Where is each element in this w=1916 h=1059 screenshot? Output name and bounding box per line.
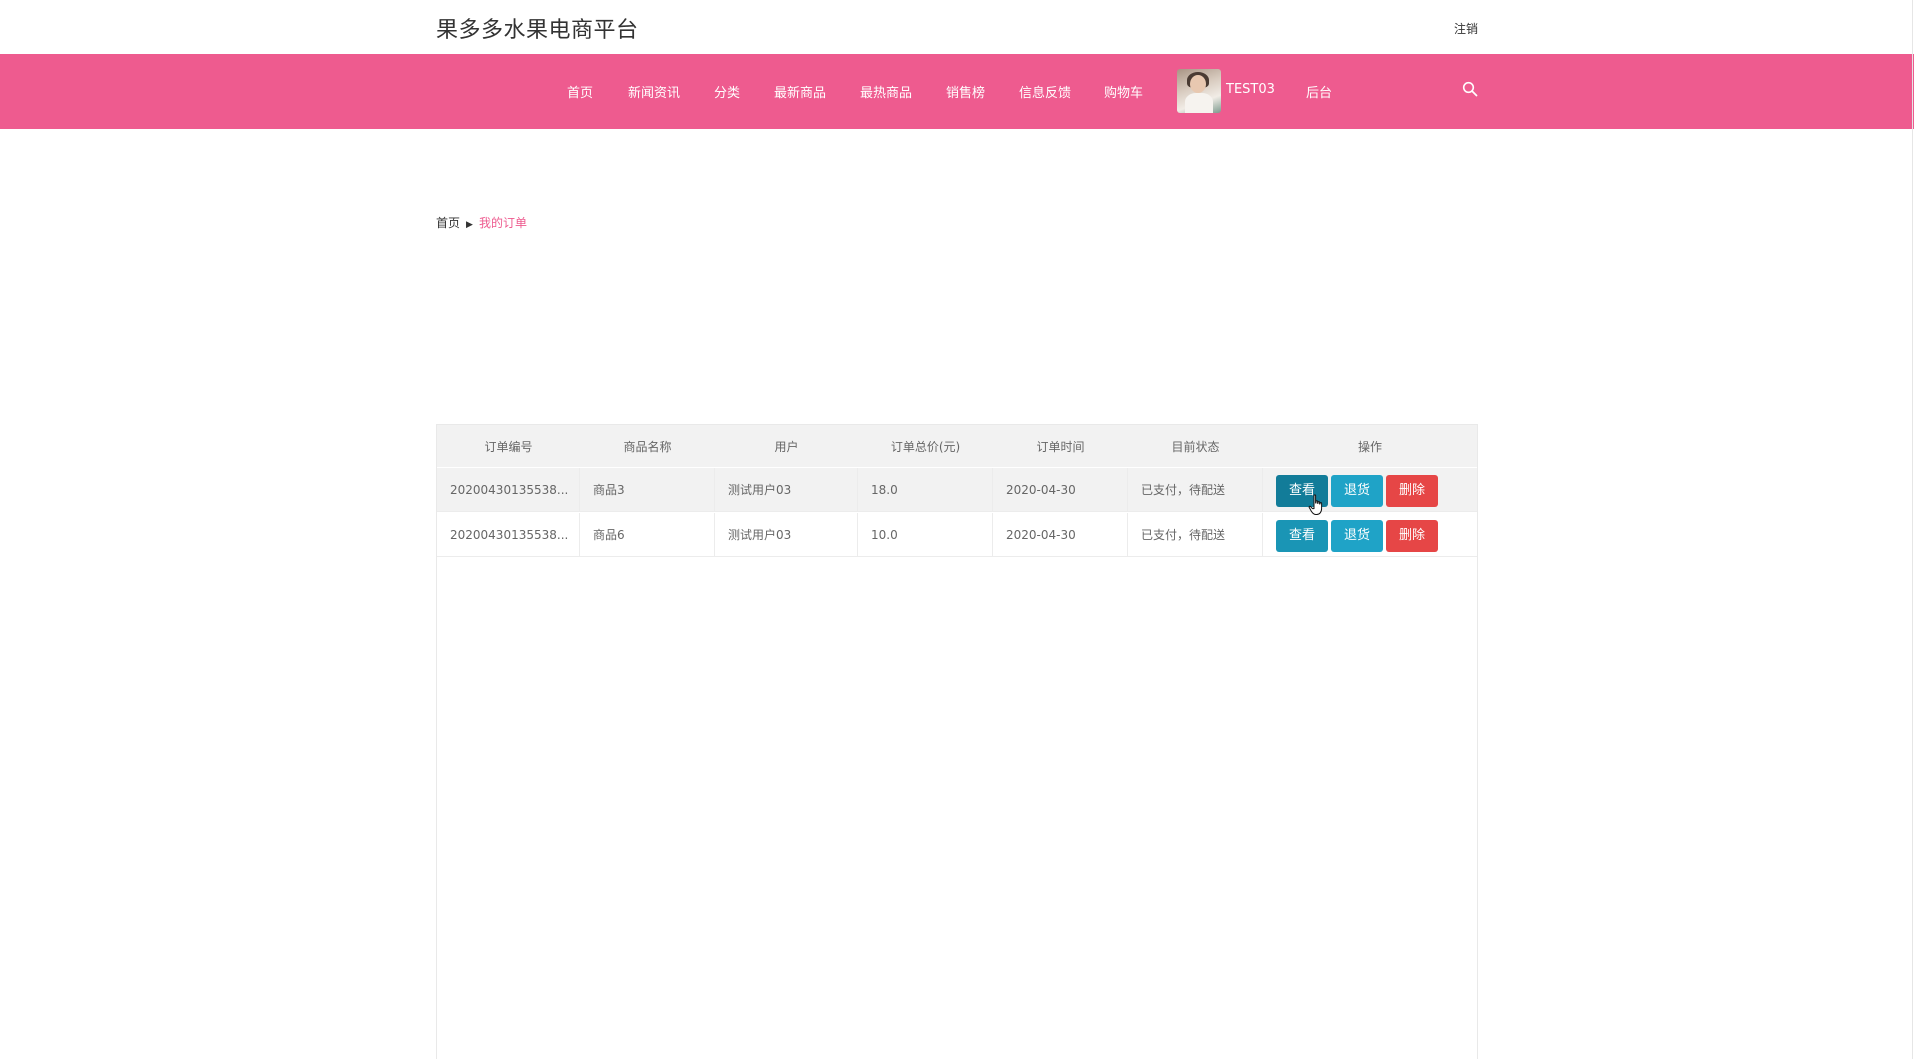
column-header-order-id: 订单编号: [484, 440, 533, 454]
nav-item-cart[interactable]: 购物车: [1104, 82, 1143, 101]
page: 果多多水果电商平台 注销 首页 新闻资讯 分类 最新商品 最热商品 销售榜 信息…: [0, 0, 1916, 1059]
nav-item-hot-products[interactable]: 最热商品: [860, 82, 912, 101]
breadcrumb-current: 我的订单: [478, 216, 527, 230]
search-icon[interactable]: [1462, 81, 1478, 97]
nav-item-feedback[interactable]: 信息反馈: [1019, 82, 1071, 101]
user-cell: 测试用户03: [715, 468, 858, 512]
column-header-status: 目前状态: [1171, 440, 1220, 454]
view-button[interactable]: 查看: [1276, 520, 1328, 552]
nav-item-news[interactable]: 新闻资讯: [628, 82, 680, 101]
avatar-body: [1185, 93, 1213, 113]
avatar-face: [1190, 75, 1206, 93]
user-cell: 测试用户03: [715, 513, 858, 557]
delete-button[interactable]: 删除: [1386, 520, 1438, 552]
nav-item-admin[interactable]: 后台: [1306, 82, 1332, 101]
order-id-cell: 20200430135538...: [437, 468, 580, 512]
table-header: 订单编号 商品名称 用户 订单总价(元) 订单时间 目前状态 操作: [437, 425, 1477, 467]
total-cell: 18.0: [858, 468, 993, 512]
time-cell: 2020-04-30: [993, 513, 1128, 557]
product-cell: 商品3: [580, 468, 715, 512]
orders-table: 订单编号 商品名称 用户 订单总价(元) 订单时间 目前状态 操作 202004…: [436, 424, 1478, 1059]
logout-link[interactable]: 注销: [1454, 20, 1478, 37]
column-header-actions: 操作: [1357, 440, 1382, 454]
time-cell: 2020-04-30: [993, 468, 1128, 512]
column-header-total: 订单总价(元): [890, 440, 961, 454]
status-cell: 已支付，待配送: [1128, 513, 1263, 557]
nav-username[interactable]: TEST03: [1226, 82, 1275, 97]
breadcrumb: 首页 ▶ 我的订单: [436, 214, 527, 231]
actions-cell: 查看 退货 删除: [1263, 468, 1477, 512]
main-nav: 首页 新闻资讯 分类 最新商品 最热商品 销售榜 信息反馈 购物车 TEST03…: [0, 54, 1914, 129]
window-edge: [1912, 0, 1913, 1059]
nav-item-sales-rank[interactable]: 销售榜: [946, 82, 985, 101]
column-header-user: 用户: [774, 440, 799, 454]
top-bar: 果多多水果电商平台 注销: [0, 0, 1916, 54]
status-cell: 已支付，待配送: [1128, 468, 1263, 512]
nav-item-home[interactable]: 首页: [567, 82, 593, 101]
hand-cursor-icon: [1308, 494, 1323, 515]
delete-button[interactable]: 删除: [1386, 475, 1438, 507]
user-avatar[interactable]: [1177, 69, 1221, 113]
table-row: 20200430135538... 商品6 测试用户03 10.0 2020-0…: [437, 513, 1477, 557]
column-header-product: 商品名称: [623, 440, 672, 454]
nav-item-new-products[interactable]: 最新商品: [774, 82, 826, 101]
column-header-time: 订单时间: [1036, 440, 1085, 454]
site-title[interactable]: 果多多水果电商平台: [436, 12, 639, 44]
return-button[interactable]: 退货: [1331, 520, 1383, 552]
breadcrumb-separator: ▶: [466, 220, 473, 230]
breadcrumb-home[interactable]: 首页: [436, 216, 460, 230]
return-button[interactable]: 退货: [1331, 475, 1383, 507]
order-id-cell: 20200430135538...: [437, 513, 580, 557]
product-cell: 商品6: [580, 513, 715, 557]
total-cell: 10.0: [858, 513, 993, 557]
actions-cell: 查看 退货 删除: [1263, 513, 1477, 557]
nav-item-category[interactable]: 分类: [714, 82, 740, 101]
